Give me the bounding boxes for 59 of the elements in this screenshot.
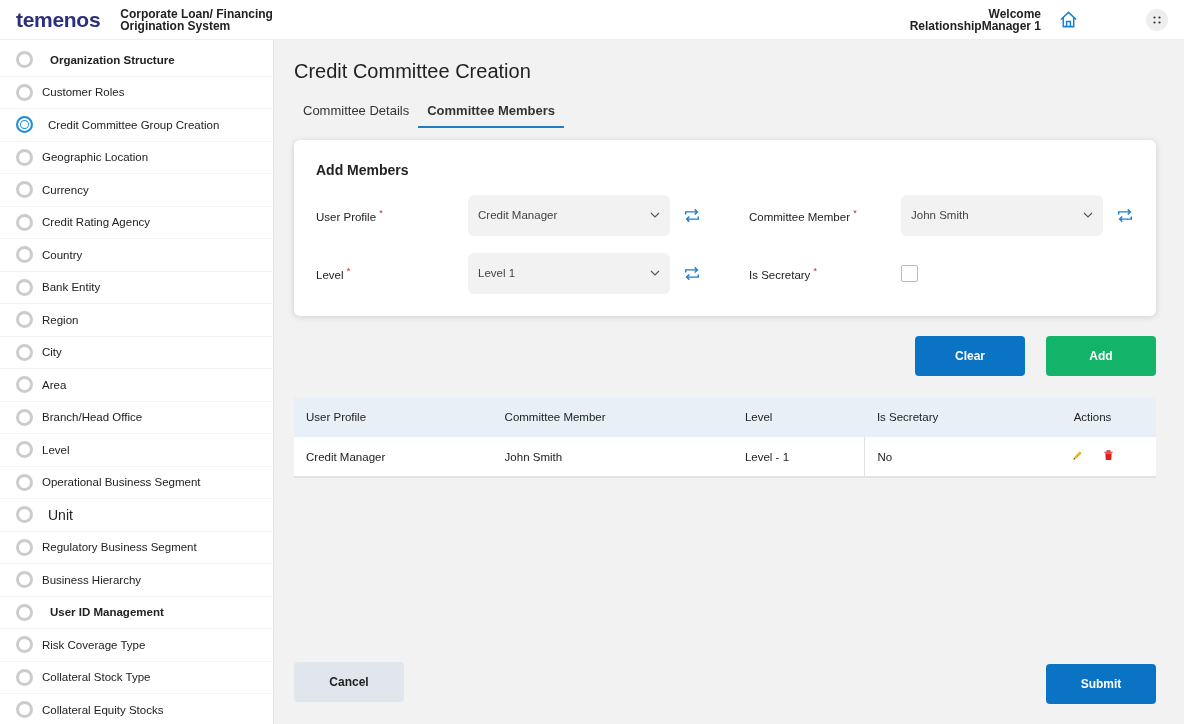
field-label: Committee Member $^{*}$ xyxy=(749,207,858,223)
sidebar-item[interactable]: Area xyxy=(0,369,273,402)
sidebar-item[interactable]: City xyxy=(0,336,273,369)
form-button[interactable]: Clear xyxy=(915,336,1025,376)
table-cell: No xyxy=(864,437,1030,477)
refresh-icon[interactable] xyxy=(683,264,701,282)
dropdown-field[interactable]: Credit Manager xyxy=(468,194,670,236)
sidebar-item[interactable]: Country xyxy=(0,239,273,272)
home-icon[interactable] xyxy=(1059,10,1078,29)
tab[interactable]: Committee Members xyxy=(418,97,565,128)
sidebar-item[interactable]: Regulatory Business Segment xyxy=(0,531,273,564)
sidebar-item[interactable]: Organization Structure xyxy=(0,44,273,77)
chevron-down-icon xyxy=(650,212,660,218)
checkbox[interactable] xyxy=(901,264,918,282)
refresh-icon[interactable] xyxy=(1116,206,1134,224)
table-cell: Credit Manager xyxy=(294,437,493,477)
field-label: Is Secretary $^{*}$ xyxy=(749,265,819,281)
sidebar-item[interactable]: Bank Entity xyxy=(0,271,273,304)
trash-icon[interactable] xyxy=(1102,450,1114,461)
sidebar-item[interactable]: User ID Management xyxy=(0,596,273,629)
apps-menu-button[interactable] xyxy=(1146,8,1168,31)
footer-button[interactable]: Cancel xyxy=(294,662,404,702)
refresh-icon[interactable] xyxy=(683,206,701,224)
column-header: Actions xyxy=(1029,397,1156,437)
app-title: Corporate Loan/ Financing Origination System xyxy=(120,7,274,32)
sidebar-item[interactable]: Credit Rating Agency xyxy=(0,206,273,239)
sidebar-item[interactable]: Risk Coverage Type xyxy=(0,629,273,662)
welcome-text: Welcome xyxy=(988,7,1041,20)
sidebar-item[interactable]: Branch/Head Office xyxy=(0,401,273,434)
dropdown-field[interactable]: Level 1 xyxy=(468,252,670,294)
sidebar-item[interactable]: Geographic Location xyxy=(0,141,273,174)
sidebar-item[interactable]: Level xyxy=(0,434,273,467)
sidebar-item[interactable]: Operational Business Segment xyxy=(0,466,273,499)
tab[interactable]: Committee Details xyxy=(294,97,419,128)
page-title: Credit Committee Creation xyxy=(294,60,532,83)
card-title: Add Members xyxy=(316,162,410,178)
table-cell: Level - 1 xyxy=(732,437,865,477)
dropdown-field[interactable]: John Smith xyxy=(901,194,1103,236)
user-name: RelationshipManager 1 xyxy=(909,19,1041,32)
dots-grid-icon xyxy=(1152,14,1162,25)
field-label: Level $^{*}$ xyxy=(316,265,352,281)
sidebar-item[interactable]: Region xyxy=(0,304,273,337)
sidebar-item[interactable]: Collateral Equity Stocks xyxy=(0,694,273,724)
table-cell: John Smith xyxy=(492,437,733,477)
footer-button[interactable]: Submit xyxy=(1046,664,1156,704)
sidebar-item[interactable]: Unit xyxy=(0,499,273,532)
chevron-down-icon xyxy=(650,270,660,276)
sidebar-item[interactable]: Business Hierarchy xyxy=(0,564,273,597)
sidebar-item[interactable]: Customer Roles xyxy=(0,76,273,109)
column-header: Is Secretary xyxy=(864,397,1030,437)
sidebar-item[interactable]: Currency xyxy=(0,174,273,207)
chevron-down-icon xyxy=(1083,212,1093,218)
logo: temenos xyxy=(16,7,101,32)
column-header: Level xyxy=(732,397,865,437)
sidebar-item[interactable]: Collateral Stock Type xyxy=(0,661,273,694)
field-label: User Profile $^{*}$ xyxy=(316,207,384,223)
column-header: Committee Member xyxy=(492,397,733,437)
column-header: User Profile xyxy=(294,397,493,437)
sidebar-item[interactable]: Credit Committee Group Creation xyxy=(0,109,273,142)
